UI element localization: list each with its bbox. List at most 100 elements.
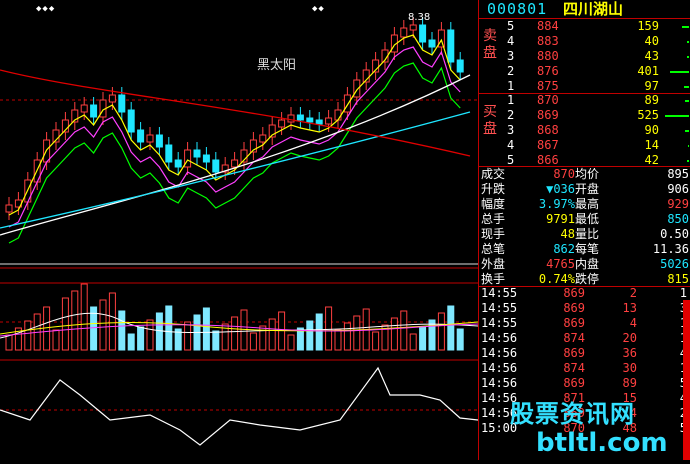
stat-value: 11.36: [652, 242, 689, 256]
candle-body: [231, 159, 239, 168]
kline-chart-panel[interactable]: ◆◆◆ ◆◆ 黑太阳 8.38: [0, 0, 479, 460]
order-price: 876: [537, 64, 559, 78]
stock-header: 000801 四川湖山: [479, 0, 690, 18]
kline-chart[interactable]: [0, 0, 479, 460]
stat-row: 外盘 4765 内盘 5026: [479, 257, 690, 272]
volume-bar: [670, 71, 689, 73]
chart-toolbar-icons-right[interactable]: ◆◆: [312, 4, 325, 14]
tick-row[interactable]: 14:5586941: [479, 316, 690, 331]
ma5-line: [8, 34, 461, 216]
ma10-line: [8, 46, 461, 228]
stat-value: 3.97%: [538, 197, 575, 211]
tick-volume: 2: [629, 286, 637, 300]
candle-body: [400, 27, 408, 38]
side-scroll-bar[interactable]: [683, 300, 690, 460]
volume-bar: [5, 334, 13, 351]
volume-bar: [685, 130, 689, 132]
candle-body: [315, 119, 323, 125]
level-number: 3: [507, 123, 515, 137]
level-number: 1: [507, 93, 515, 107]
stock-name: 四川湖山: [563, 0, 624, 18]
candle-body: [127, 109, 135, 133]
volume-bar: [155, 312, 163, 351]
stat-value: 4765: [546, 257, 575, 271]
tick-row[interactable]: 14:56869364: [479, 346, 690, 361]
tick-time: 14:56: [481, 376, 518, 390]
order-price: 868: [537, 123, 559, 137]
level-number: 3: [507, 49, 515, 63]
candle-body: [137, 129, 145, 143]
ma120-line: [0, 69, 471, 157]
tick-row[interactable]: 14:56874301: [479, 361, 690, 376]
tick-time: 14:55: [481, 301, 518, 315]
stat-row: 换手 0.74% 跌停 815: [479, 272, 690, 287]
stat-label: 外盘: [481, 257, 506, 271]
volume-bar: [99, 299, 107, 351]
tick-volume: 36: [622, 346, 637, 360]
level-number: 2: [507, 108, 515, 122]
sell-row-4[interactable]: 4 883 40: [479, 34, 690, 49]
buy-row-1[interactable]: 1 870 89: [479, 93, 690, 108]
volume-bar: [665, 115, 689, 117]
stat-value: 815: [667, 272, 689, 286]
order-volume: 40: [644, 34, 659, 48]
buy-row-4[interactable]: 4 867 14: [479, 138, 690, 153]
stat-row: 幅度 3.97% 最高 929: [479, 197, 690, 212]
tick-price: 869: [563, 286, 585, 300]
stat-value: 850: [667, 212, 689, 226]
stat-label: 幅度: [481, 197, 506, 211]
candle-body: [428, 39, 436, 48]
volume-bar: [684, 86, 689, 88]
stat-label: 总手: [481, 212, 506, 226]
tick-time: 14:56: [481, 331, 518, 345]
candle-body: [278, 119, 286, 128]
order-volume: 14: [644, 138, 659, 152]
sell-row-2[interactable]: 2 876 401: [479, 64, 690, 79]
tick-row[interactable]: 14:56874201: [479, 331, 690, 346]
volume-bar: [240, 309, 248, 351]
stat-value: 906: [667, 182, 689, 196]
sell-row-1[interactable]: 1 875 97: [479, 79, 690, 94]
volume-bar: [409, 333, 417, 351]
stat-value: 5026: [660, 257, 689, 271]
stat-label: 最高: [575, 197, 600, 211]
candle-body: [447, 29, 455, 63]
volume-bar: [202, 307, 210, 351]
volume-bar: [334, 329, 342, 351]
candle-body: [193, 149, 201, 158]
tick-row[interactable]: 14:55869133: [479, 301, 690, 316]
volume-bar: [390, 317, 398, 351]
tick-time: 14:56: [481, 346, 518, 360]
order-price: 880: [537, 49, 559, 63]
order-price: 867: [537, 138, 559, 152]
tick-row[interactable]: 14:56869895: [479, 376, 690, 391]
level-number: 1: [507, 79, 515, 93]
stat-label: 内盘: [575, 257, 600, 271]
candle-body: [118, 94, 126, 113]
candle-body: [90, 104, 98, 118]
volume-bar: [287, 334, 295, 351]
buy-row-2[interactable]: 2 869 525: [479, 108, 690, 123]
level-number: 4: [507, 138, 515, 152]
tick-price: 869: [563, 316, 585, 330]
sell-row-5[interactable]: 5 884 159: [479, 19, 690, 34]
tick-row[interactable]: 14:55 869 2 1: [479, 286, 690, 301]
sell-row-3[interactable]: 3 880 43: [479, 49, 690, 64]
volume-bar: [306, 320, 314, 351]
volume-bar: [687, 41, 689, 43]
order-volume: 525: [637, 108, 659, 122]
buy-row-3[interactable]: 3 868 90: [479, 123, 690, 138]
candle-body: [108, 94, 116, 103]
chart-toolbar-icons-left[interactable]: ◆◆◆: [36, 4, 55, 14]
volume-bar: [61, 297, 69, 351]
volume-bar: [447, 305, 455, 351]
candle-body: [259, 134, 267, 143]
volume-bar: [108, 292, 116, 351]
volume-bar: [343, 322, 351, 351]
stat-value: 895: [667, 167, 689, 181]
watermark-text: 股票资讯网: [510, 400, 635, 428]
stat-value: 929: [667, 197, 689, 211]
volume-bar: [52, 329, 60, 351]
volume-bar: [231, 316, 239, 351]
volume-bar: [688, 145, 689, 147]
